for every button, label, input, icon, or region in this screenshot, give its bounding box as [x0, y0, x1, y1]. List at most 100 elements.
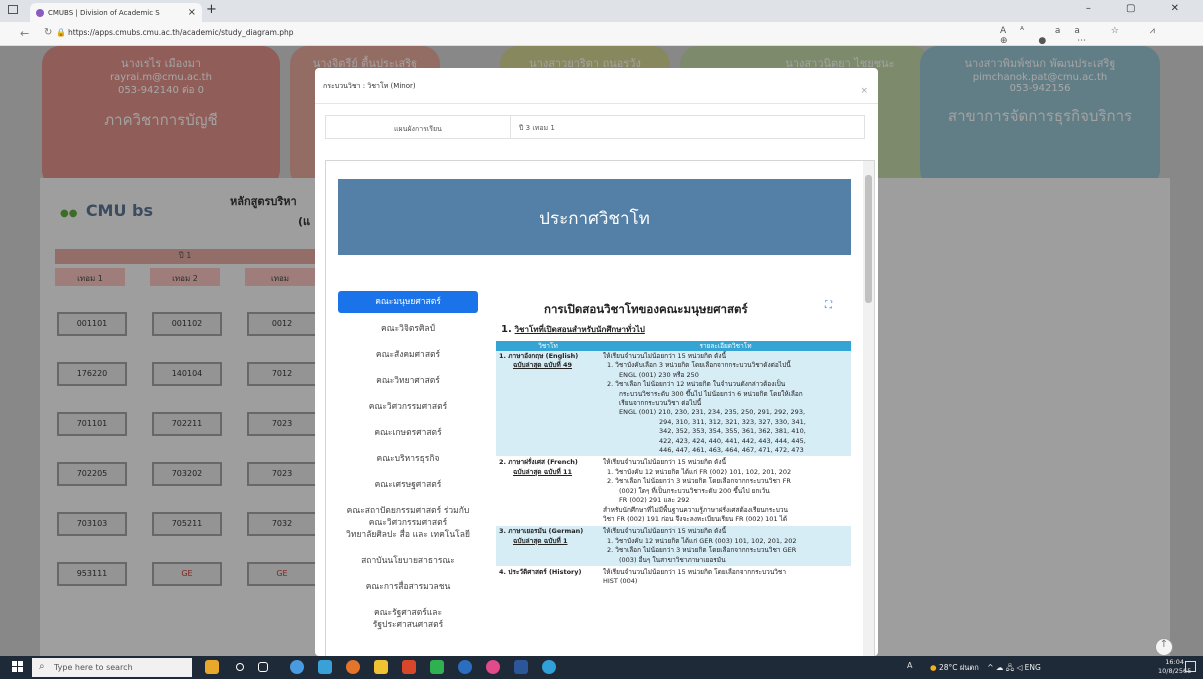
- detail-line: HIST (004): [603, 577, 638, 586]
- tab-actions-icon[interactable]: [8, 5, 18, 14]
- study-plan-info: แผนผังการเรียน ปี 3 เทอม 1: [325, 115, 865, 139]
- browser-tab[interactable]: CMUBS | Division of Academic S ×: [30, 3, 202, 22]
- detail-line: FR (002) 291 และ 292: [619, 496, 690, 505]
- folder-icon[interactable]: [374, 660, 388, 674]
- search-placeholder: Type here to search: [54, 663, 133, 672]
- faculty-item[interactable]: คณะรัฐศาสตร์และ รัฐประศาสนศาสตร์: [338, 607, 478, 631]
- faculty-item[interactable]: คณะวิทยาศาสตร์: [338, 375, 478, 387]
- subject-name: 1. ภาษาอังกฤษ (English): [499, 352, 579, 360]
- detail-line: 2. วิชาเลือก ไม่น้อยกว่า 3 หน่วยกิต โดยเ…: [607, 546, 797, 555]
- embedded-frame: ประกาศวิชาโท คณะมนุษยศาสตร์คณะวิจิตรศิลป…: [325, 160, 875, 656]
- url-text[interactable]: https://apps.cmubs.cmu.ac.th/academic/st…: [68, 28, 294, 37]
- notification-icon[interactable]: [1185, 661, 1196, 672]
- scroll-top-icon[interactable]: ↑: [1155, 638, 1173, 656]
- detail-line: กระบวนวิชาระดับ 300 ขึ้นไป ไม่น้อยกว่า 6…: [619, 389, 803, 398]
- detail-line: วิชา FR (002) 191 ก่อน จึงจะลงทะเบียนเรี…: [603, 514, 788, 523]
- browser-toolbar-icons[interactable]: Aᴬ aa ☆ ⩘ ⊕ ● ⋯: [1000, 26, 1203, 46]
- table-row: 1. ภาษาอังกฤษ (English) ฉบับล่าสุด ฉบับที…: [496, 351, 851, 458]
- table-header: วิชาโท: [496, 341, 600, 351]
- subject-edition[interactable]: ฉบับล่าสุด ฉบับที่ 1: [499, 537, 597, 546]
- detail-line: 1. วิชาบังคับ 12 หน่วยกิต ได้แก่ GER (00…: [607, 536, 797, 545]
- subject-name: 4. ประวัติศาสตร์ (History): [499, 567, 582, 576]
- announcement-banner: ประกาศวิชาโท: [338, 179, 851, 255]
- detail-line: ENGL (001) 210, 230, 231, 234, 235, 250,…: [619, 408, 806, 417]
- detail-line: (003) อื่นๆ ในสาขาวิชาภาษาเยอรมัน: [619, 555, 726, 564]
- window-controls[interactable]: – ▢ ✕: [1086, 3, 1195, 14]
- info-value: ปี 3 เทอม 1: [519, 124, 555, 132]
- faculty-list: คณะมนุษยศาสตร์คณะวิจิตรศิลป์คณะสังคมศาสต…: [338, 291, 478, 645]
- detail-line: 294, 310, 311, 312, 321, 323, 327, 330, …: [659, 417, 806, 426]
- app-icon[interactable]: [458, 660, 472, 674]
- tab-title: CMUBS | Division of Academic S: [48, 9, 160, 17]
- faculty-item[interactable]: คณะวิศวกรรมศาสตร์: [338, 401, 478, 413]
- firefox-icon[interactable]: [346, 660, 360, 674]
- word-icon[interactable]: [514, 660, 528, 674]
- ime-indicator[interactable]: A: [907, 661, 912, 670]
- expand-icon[interactable]: ⛶: [825, 300, 832, 311]
- section-number: 1.: [501, 324, 512, 335]
- widget-icon[interactable]: [205, 660, 219, 674]
- task-view-icon[interactable]: [258, 662, 268, 672]
- detail-line: 446, 447, 461, 463, 464, 467, 471, 472, …: [659, 446, 804, 455]
- faculty-item[interactable]: วิทยาลัยศิลปะ สื่อ และ เทคโนโลยี: [338, 529, 478, 541]
- refresh-icon[interactable]: ↻: [44, 27, 52, 38]
- faculty-item[interactable]: คณะมนุษยศาสตร์: [338, 291, 478, 313]
- chrome-icon[interactable]: [290, 660, 304, 674]
- taskbar-search[interactable]: ⌕ Type here to search: [32, 658, 192, 677]
- faculty-item[interactable]: คณะวิจิตรศิลป์: [338, 323, 478, 335]
- explorer-icon[interactable]: [318, 660, 332, 674]
- detail-line: ให้เรียนจำนวนไม่น้อยกว่า 15 หน่วยกิต ดัง…: [603, 458, 727, 467]
- faculty-item[interactable]: คณะสถาปัตยกรรมศาสตร์ ร่วมกับ: [338, 505, 478, 517]
- site-favicon-icon: [36, 9, 44, 17]
- content-title: การเปิดสอนวิชาโทของคณะมนุษยศาสตร์: [544, 302, 748, 316]
- section-heading: 1. วิชาโทที่เปิดสอนสำหรับนักศึกษาทั่วไป: [501, 323, 645, 336]
- close-tab-icon[interactable]: ×: [188, 7, 196, 18]
- table-row: 4. ประวัติศาสตร์ (History) ให้เรียนจำนวนไ…: [496, 566, 851, 589]
- faculty-item[interactable]: คณะการสื่อสารมวลชน: [338, 581, 478, 593]
- weather-icon: ●: [930, 663, 937, 672]
- app-icon-2[interactable]: [486, 660, 500, 674]
- detail-line: ให้เรียนจำนวนไม่น้อยกว่า 15 หน่วยกิต ดัง…: [603, 352, 727, 360]
- faculty-item[interactable]: คณะสังคมศาสตร์: [338, 349, 478, 361]
- table-row: 3. ภาษาเยอรมัน (German) ฉบับล่าสุด ฉบับที…: [496, 525, 851, 567]
- back-icon[interactable]: ←: [20, 27, 29, 40]
- subject-name: 3. ภาษาเยอรมัน (German): [499, 527, 584, 536]
- detail-line: สำหรับนักศึกษาที่ไม่มีพื้นฐานความรู้ภาษา…: [603, 505, 788, 514]
- faculty-item[interactable]: คณะวิศวกรรมศาสตร์: [338, 517, 478, 529]
- search-icon: ⌕: [39, 661, 45, 672]
- detail-line: ให้เรียนจำนวนไม่น้อยกว่า 15 หน่วยกิต ดัง…: [603, 527, 727, 536]
- faculty-item[interactable]: คณะบริหารธุรกิจ: [338, 453, 478, 465]
- powerpoint-icon[interactable]: [402, 660, 416, 674]
- line-icon[interactable]: [430, 660, 444, 674]
- subject-edition[interactable]: ฉบับล่าสุด ฉบับที่ 49: [499, 361, 597, 370]
- tray-icons[interactable]: ^ ☁ 🖧 ◁ ENG: [987, 663, 1041, 672]
- faculty-item[interactable]: คณะเศรษฐศาสตร์: [338, 479, 478, 491]
- scrollbar-thumb[interactable]: [865, 175, 872, 303]
- section-title: วิชาโทที่เปิดสอนสำหรับนักศึกษาทั่วไป: [514, 325, 645, 334]
- table-row: 2. ภาษาฝรั่งเศส (French) ฉบับล่าสุด ฉบับท…: [496, 456, 851, 527]
- minor-table: วิชาโท รายละเอียดวิชาโท 1. ภาษาอังกฤษ (E…: [496, 341, 851, 589]
- detail-line: ให้เรียนจำนวนไม่น้อยกว่า 15 หน่วยกิต โดย…: [603, 567, 786, 576]
- subject-edition[interactable]: ฉบับล่าสุด ฉบับที่ 11: [499, 468, 597, 477]
- lock-icon: 🔒: [56, 28, 66, 37]
- faculty-item[interactable]: คณะเกษตรศาสตร์: [338, 427, 478, 439]
- modal-title: กระบวนวิชา : วิชาโท (Minor): [323, 82, 416, 90]
- start-icon[interactable]: [12, 661, 24, 673]
- scrollbar[interactable]: [863, 161, 874, 656]
- detail-line: 422, 423, 424, 440, 441, 442, 443, 444, …: [659, 436, 806, 445]
- new-tab-icon[interactable]: +: [206, 2, 217, 17]
- detail-line: 1. วิชาบังคับเลือก 3 หน่วยกิต โดยเลือกจา…: [607, 361, 791, 370]
- table-header: รายละเอียดวิชาโท: [600, 341, 851, 351]
- weather-widget[interactable]: ● 28°C ฝนตก ^ ☁ 🖧 ◁ ENG: [930, 662, 1041, 675]
- faculty-item[interactable]: สถาบันนโยบายสาธารณะ: [338, 555, 478, 567]
- edge-icon[interactable]: [542, 660, 556, 674]
- cortana-icon[interactable]: [236, 663, 244, 671]
- weather-text: 28°C ฝนตก: [938, 663, 979, 672]
- modal-header: กระบวนวิชา : วิชาโท (Minor) ×: [315, 68, 878, 104]
- detail-line: (002) ใดๆ ที่เป็นกระบวนวิชาระดับ 200 ขึ้…: [619, 486, 770, 495]
- detail-line: 1. วิชาบังคับ 12 หน่วยกิต ได้แก่ FR (002…: [607, 467, 792, 476]
- close-icon[interactable]: ×: [860, 86, 868, 96]
- detail-line: ENGL (001) 230 หรือ 250: [619, 370, 699, 379]
- info-key: แผนผังการเรียน: [326, 116, 511, 138]
- detail-line: 342, 352, 353, 354, 355, 361, 362, 381, …: [659, 427, 806, 436]
